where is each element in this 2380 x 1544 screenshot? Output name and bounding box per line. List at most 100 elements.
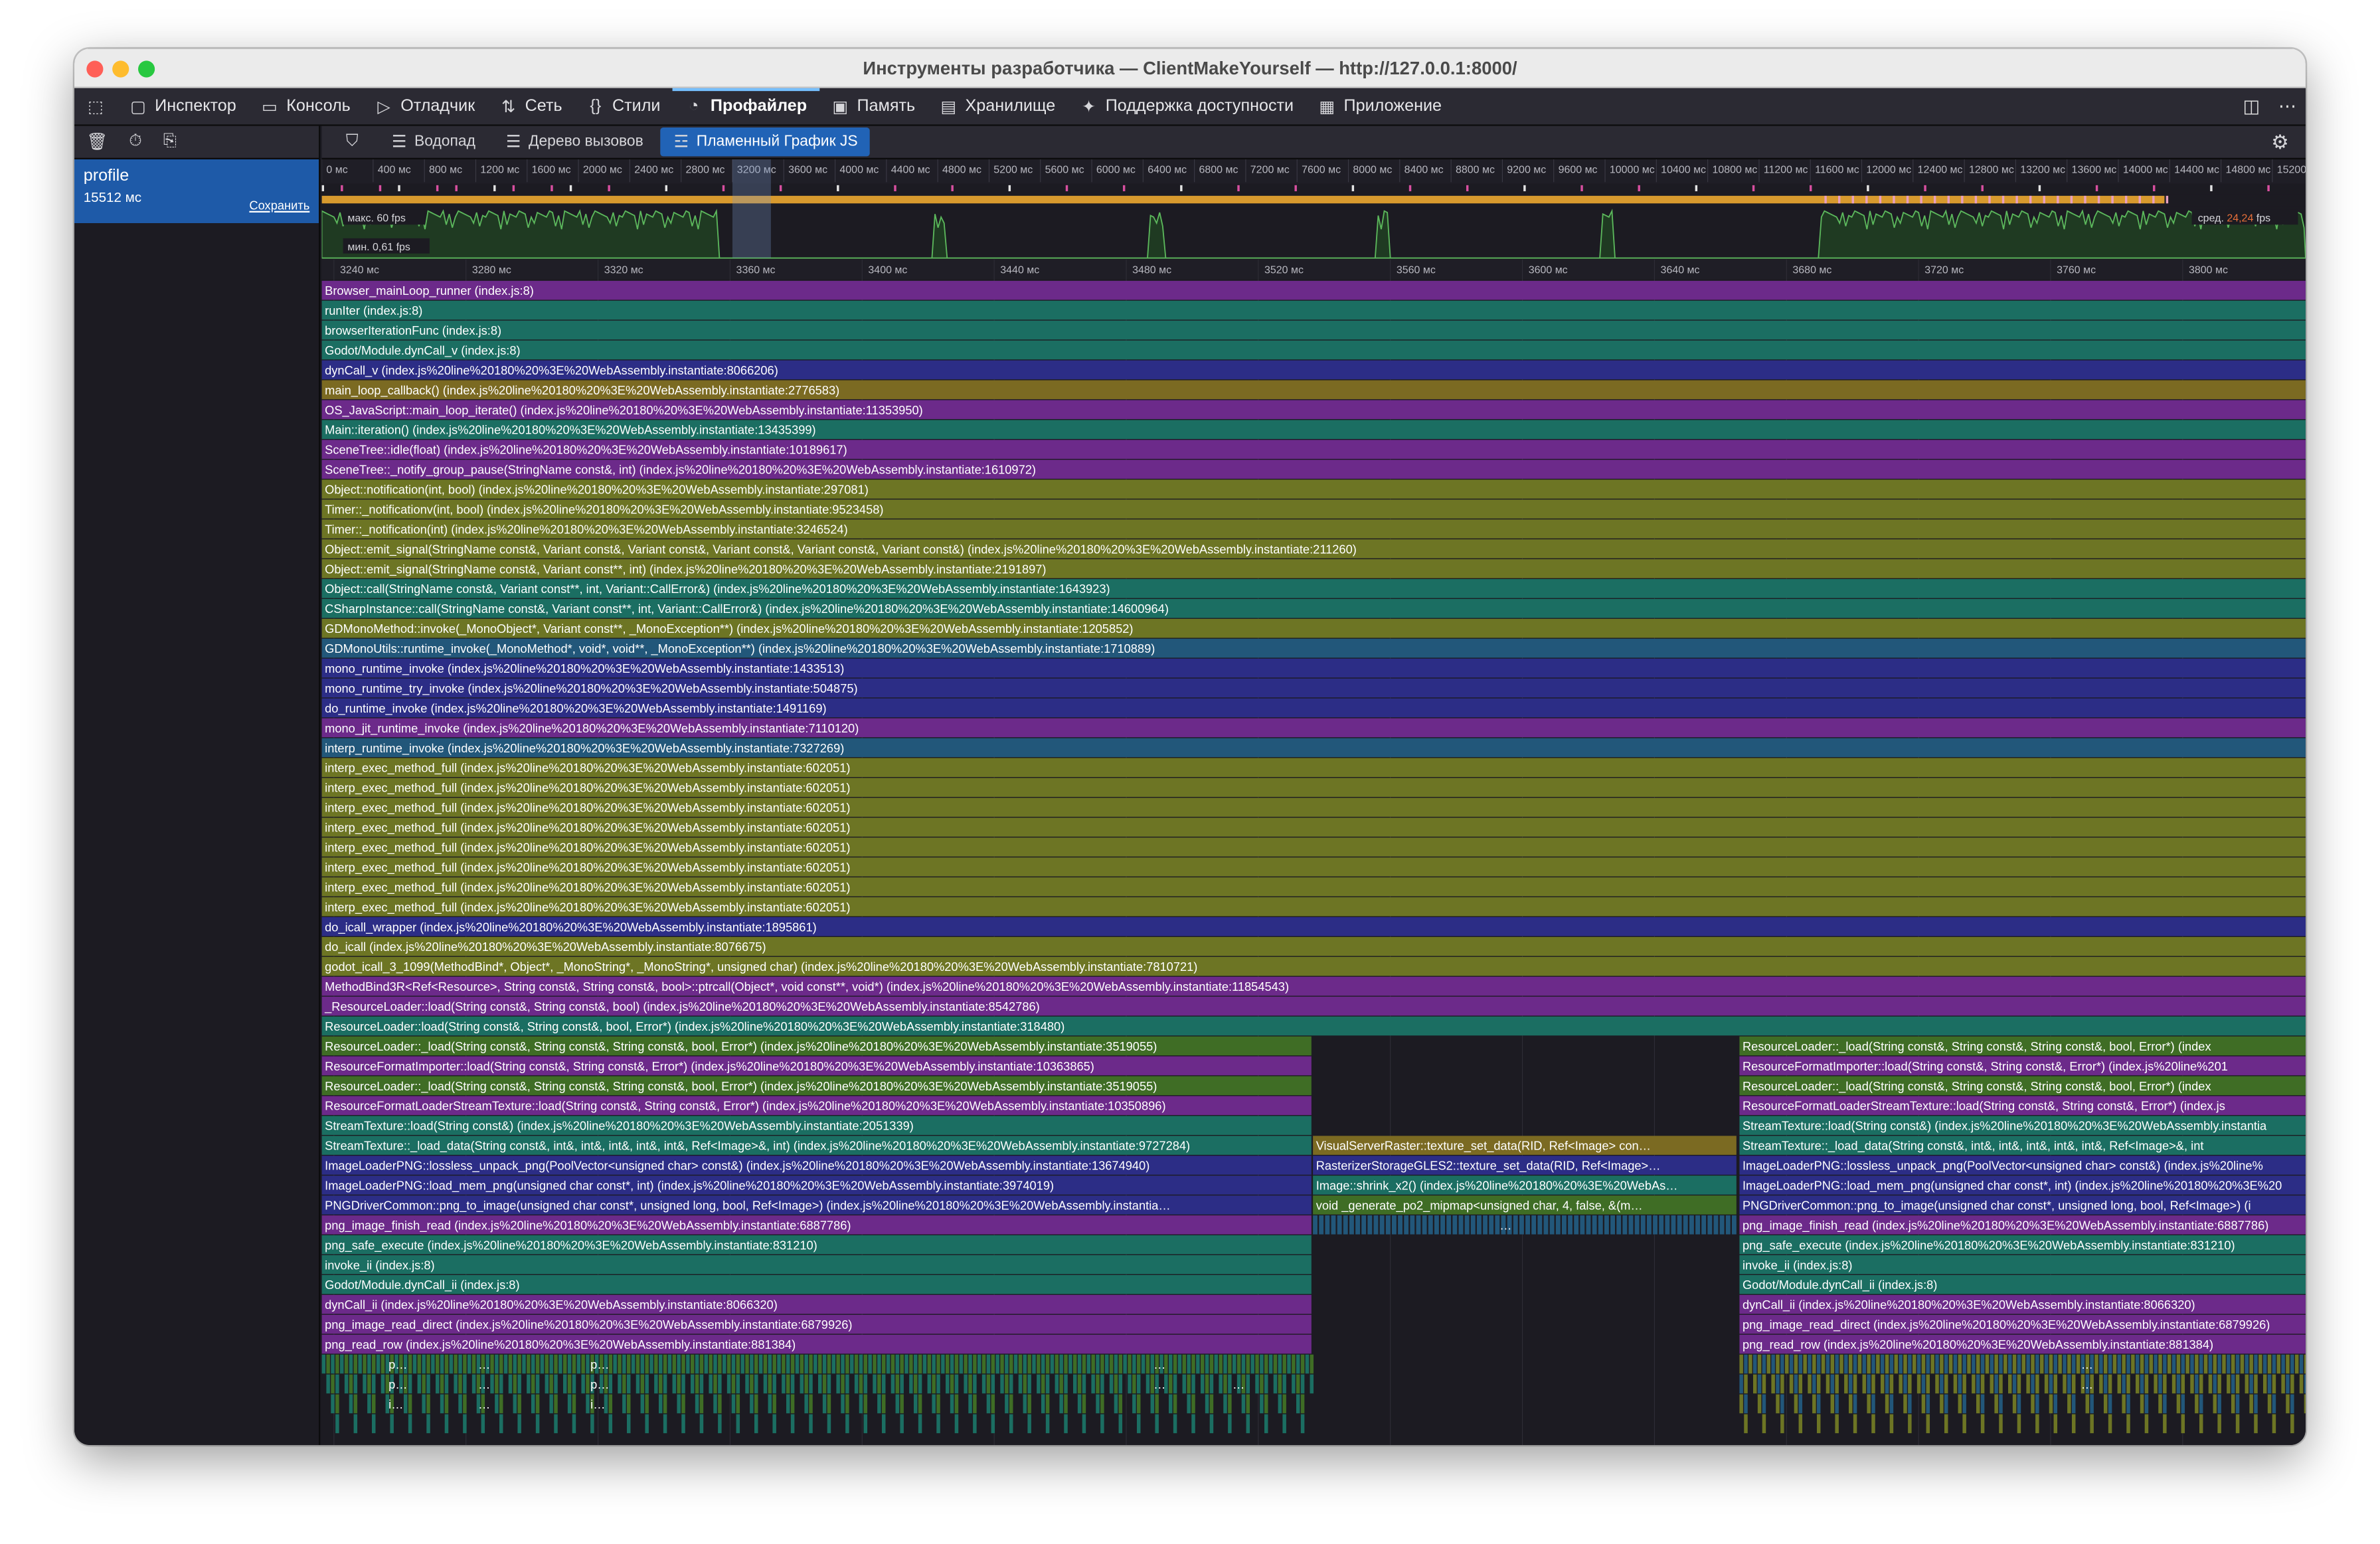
flame-frame[interactable] (1146, 1374, 1150, 1394)
flame-frame[interactable] (1187, 1374, 1191, 1394)
flame-frame[interactable] (1077, 1354, 1082, 1374)
flame-frame[interactable] (1287, 1354, 1291, 1374)
flame-frame[interactable] (490, 1374, 494, 1394)
flame-frame[interactable] (408, 1374, 412, 1394)
flame-frame[interactable] (1132, 1354, 1136, 1374)
flame-frame[interactable] (1812, 1374, 1816, 1394)
flame-frame[interactable] (1273, 1354, 1278, 1374)
flame-frame[interactable] (1853, 1414, 1857, 1434)
flame-frame[interactable] (1072, 1354, 1077, 1374)
flame-frame[interactable] (804, 1354, 808, 1374)
flame-frame[interactable] (2176, 1394, 2181, 1414)
flame-frame[interactable] (2281, 1374, 2285, 1394)
flame-frame[interactable] (344, 1354, 349, 1374)
flame-frame[interactable] (690, 1354, 695, 1374)
flame-frame[interactable] (2031, 1374, 2035, 1394)
flame-frame[interactable] (1150, 1394, 1155, 1414)
flame-frame[interactable] (859, 1374, 863, 1394)
flame-frame[interactable] (2290, 1414, 2294, 1434)
flame-frame[interactable] (1889, 1374, 1894, 1394)
flame-frame[interactable] (813, 1354, 817, 1374)
flame-frame[interactable] (1821, 1354, 1826, 1374)
flame-frame[interactable] (376, 1354, 381, 1374)
flame-frame[interactable] (740, 1354, 744, 1374)
flame-frame[interactable] (1041, 1354, 1045, 1374)
flame-frame[interactable] (1798, 1414, 1803, 1434)
flame-frame[interactable] (1739, 1374, 1743, 1394)
flame-frame[interactable] (335, 1394, 339, 1414)
flame-frame[interactable] (877, 1394, 881, 1414)
flame-frame[interactable] (2108, 1394, 2112, 1414)
flame-frame[interactable] (2249, 1394, 2253, 1414)
flame-frame[interactable] (1300, 1374, 1305, 1394)
flame-frame[interactable] (321, 1354, 326, 1374)
flame-frame[interactable] (640, 1354, 645, 1374)
flame-frame[interactable] (326, 1354, 330, 1374)
flame-frame[interactable] (991, 1374, 995, 1394)
flame-frame[interactable] (371, 1354, 376, 1374)
flame-frame[interactable] (768, 1374, 772, 1394)
flame-frame[interactable] (2140, 1394, 2144, 1414)
flame-frame[interactable] (499, 1374, 503, 1394)
flame-frame[interactable] (371, 1414, 376, 1434)
flame-frame[interactable] (2122, 1354, 2126, 1374)
flame-frame[interactable] (2049, 1394, 2053, 1414)
flame-frame[interactable] (608, 1394, 613, 1414)
flame-frame[interactable] (408, 1394, 412, 1414)
flame-frame[interactable] (2262, 1374, 2267, 1394)
flame-frame[interactable] (1177, 1354, 1182, 1374)
flame-frame[interactable] (463, 1414, 467, 1434)
flame-frame[interactable] (2012, 1354, 2017, 1374)
flame-frame[interactable] (754, 1354, 758, 1374)
flame-frame[interactable] (1985, 1354, 1990, 1374)
flame-frame[interactable] (2290, 1394, 2294, 1414)
flame-frame[interactable] (1032, 1354, 1036, 1374)
flame-frame[interactable] (900, 1354, 904, 1374)
flame-frame[interactable] (549, 1354, 553, 1374)
flame-frame[interactable] (731, 1374, 736, 1394)
flame-frame[interactable] (1990, 1374, 1994, 1394)
flame-frame[interactable] (1428, 1215, 1433, 1235)
flame-frame[interactable] (554, 1374, 558, 1394)
flame-frame[interactable] (435, 1354, 440, 1374)
flame-frame[interactable] (1757, 1374, 1762, 1394)
flame-frame[interactable] (695, 1394, 699, 1414)
flame-frame[interactable] (581, 1374, 585, 1394)
flame-frame[interactable] (2254, 1374, 2258, 1394)
import-icon[interactable]: ⎘ (163, 132, 177, 152)
flame-frame[interactable] (932, 1394, 936, 1414)
flame-frame[interactable] (2103, 1394, 2108, 1414)
flame-frame[interactable] (2031, 1354, 2035, 1374)
flame-frame[interactable] (426, 1354, 430, 1374)
flame-frame[interactable] (1962, 1374, 1966, 1394)
flame-frame[interactable] (1976, 1394, 1980, 1414)
flame-frame[interactable] (1114, 1354, 1118, 1374)
flame-frame[interactable] (367, 1394, 371, 1414)
flame-frame[interactable] (1059, 1354, 1063, 1374)
flame-frame[interactable] (1610, 1215, 1615, 1235)
flame-frame[interactable] (1146, 1354, 1150, 1374)
flame-frame[interactable] (1187, 1394, 1191, 1414)
flame-frame[interactable] (458, 1374, 462, 1394)
flame-frame[interactable] (2144, 1414, 2149, 1434)
flame-frame[interactable] (2249, 1354, 2253, 1374)
flame-frame[interactable] (836, 1354, 840, 1374)
flame-frame[interactable] (1173, 1374, 1177, 1394)
flame-frame[interactable] (2213, 1354, 2217, 1374)
flame-frame[interactable] (2144, 1394, 2149, 1414)
flame-frame[interactable] (941, 1354, 945, 1374)
flame-frame[interactable] (1816, 1374, 1821, 1394)
flame-frame[interactable] (1278, 1394, 1282, 1414)
flame-frame[interactable] (731, 1354, 736, 1374)
flame-frame[interactable] (754, 1394, 758, 1414)
flame-frame[interactable] (1640, 1215, 1646, 1235)
flame-frame[interactable] (2181, 1354, 2185, 1374)
flame-frame[interactable] (517, 1414, 521, 1434)
flame-frame[interactable] (631, 1354, 636, 1374)
flame-frame[interactable] (936, 1414, 940, 1434)
flame-frame[interactable] (1912, 1354, 1916, 1374)
flame-frame[interactable] (677, 1354, 681, 1374)
flame-frame[interactable] (927, 1354, 932, 1374)
tab-application[interactable]: ▦ Приложение (1306, 87, 1454, 125)
flame-frame[interactable] (353, 1374, 358, 1394)
